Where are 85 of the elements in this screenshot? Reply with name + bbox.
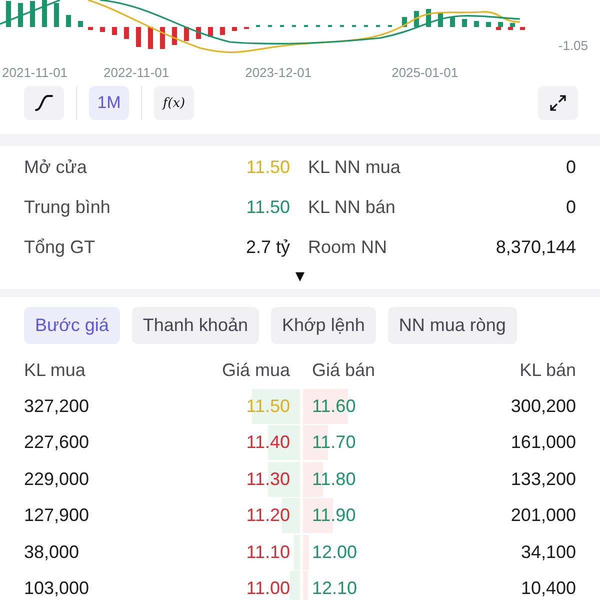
curve-icon [34, 94, 54, 112]
histogram-bar [414, 11, 419, 27]
histogram-bar [88, 27, 93, 30]
histogram-bar [474, 21, 479, 27]
histogram-bar [208, 27, 213, 37]
axis-value: -1.05 [558, 38, 588, 53]
table-cell: 11.20 [246, 505, 290, 526]
table-cell-text: 201,000 [510, 505, 576, 526]
table-cell-text: 10,400 [520, 578, 576, 600]
table-cell-text: 300,200 [510, 396, 576, 417]
histogram-bar [486, 22, 491, 27]
histogram-bar [520, 27, 525, 30]
column-header: KL mua [24, 360, 86, 380]
histogram-bar [148, 27, 153, 49]
stat-label: KL NN mua [308, 156, 400, 178]
histogram-bar [172, 27, 177, 45]
table-cell-text: 127,900 [24, 505, 90, 526]
table-cell-text: 327,200 [24, 396, 90, 417]
histogram-bar [450, 17, 455, 27]
table-cell-text: 229,000 [24, 468, 90, 490]
column-header: Giá bán [311, 360, 376, 380]
tab[interactable]: Bước giá [24, 307, 120, 344]
table-cell-text: 133,200 [510, 468, 576, 490]
table-cell: 11.00 [246, 578, 290, 600]
table-cell: 11.60 [312, 396, 356, 417]
stat-label: KL NN bán [308, 196, 396, 218]
histogram-bar [112, 27, 117, 35]
histogram-bar [100, 27, 105, 32]
table-cell-text: 34,100 [520, 542, 576, 563]
date-label: 2025-01-01 [392, 64, 458, 80]
stat-label: Trung bình [24, 196, 110, 218]
table-cell: 11.90 [312, 505, 356, 526]
table-cell: 11.10 [246, 542, 290, 563]
histogram-bar [184, 27, 189, 41]
stat-value: 0 [566, 156, 576, 178]
table-cell-text: 103,000 [24, 578, 90, 600]
tab[interactable]: Khớp lệnh [270, 307, 376, 344]
histogram-bar [196, 27, 201, 39]
table-cell: 11.50 [246, 396, 290, 417]
expand-icon [549, 94, 567, 112]
stat-value: 11.50 [246, 156, 290, 178]
histogram-bar [438, 13, 443, 27]
date-label: 2023-12-01 [245, 64, 312, 80]
date-label: 2021-11-01 [2, 64, 68, 80]
stat-label: Mở cửa [24, 156, 87, 178]
histogram-bar [18, 3, 23, 27]
histogram-bar [402, 17, 407, 27]
table-cell-text: 227,600 [24, 432, 90, 454]
stat-label: Tổng GT [24, 236, 96, 258]
column-header: Giá mua [220, 360, 291, 380]
table-cell: 12.00 [312, 542, 358, 563]
histogram-bar [30, 1, 35, 27]
stat-value: 11.50 [246, 196, 290, 218]
histogram-bar [462, 19, 467, 27]
table-cell: 11.30 [246, 468, 290, 490]
stat-value: 0 [566, 196, 576, 218]
toolbar-button[interactable]: 1M [89, 86, 129, 120]
histogram-bar [136, 27, 141, 47]
tab[interactable]: Thanh khoản [132, 307, 259, 344]
stat-label: Room NN [308, 236, 388, 258]
histogram-bar [6, 1, 11, 27]
table-cell: 11.80 [312, 468, 356, 490]
table-cell-text: 161,000 [510, 432, 576, 454]
histogram-bar [78, 21, 83, 27]
table-cell: 12.10 [312, 578, 358, 600]
histogram-bar [160, 27, 165, 49]
histogram-bar [232, 27, 237, 31]
stat-value: 8,370,144 [496, 236, 576, 258]
tab[interactable]: NN mua ròng [388, 307, 517, 344]
histogram-bar [220, 27, 225, 35]
curve-button[interactable] [24, 86, 64, 120]
date-label: 2022-11-01 [104, 64, 170, 80]
column-header: KL bán [518, 360, 576, 380]
histogram-bar [42, 0, 47, 27]
table-cell: 11.70 [312, 432, 356, 454]
histogram-bar [124, 27, 129, 39]
histogram-bar [426, 9, 431, 27]
toolbar-button[interactable]: f(x) [154, 86, 194, 120]
histogram-bar [66, 15, 71, 27]
table-cell: 11.40 [246, 432, 290, 454]
table-cell-text: 38,000 [24, 542, 80, 563]
expand-toggle[interactable]: ▼ [295, 267, 305, 285]
expand-button[interactable] [538, 86, 578, 120]
stat-value: 2.7 tỷ [246, 236, 290, 258]
histogram-bar [54, 3, 59, 27]
